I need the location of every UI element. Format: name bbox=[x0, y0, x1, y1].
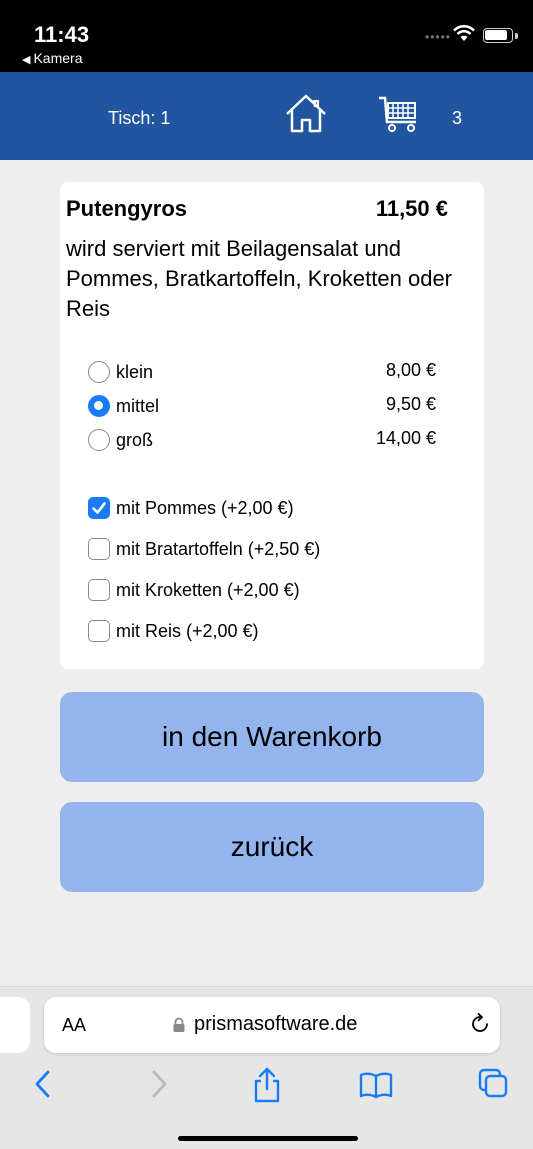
extra-checkbox[interactable] bbox=[88, 620, 110, 642]
extra-label: mit Reis (+2,00 €) bbox=[116, 620, 259, 641]
back-to-app-link[interactable]: ◀ Kamera bbox=[22, 50, 83, 66]
size-radio[interactable] bbox=[88, 429, 110, 451]
share-icon[interactable] bbox=[250, 1066, 284, 1104]
home-indicator bbox=[178, 1136, 358, 1141]
bookmarks-icon[interactable] bbox=[358, 1066, 394, 1102]
product-card: Putengyros 11,50 € wird serviert mit Bei… bbox=[60, 182, 484, 669]
url-text[interactable]: prismasoftware.de bbox=[194, 1013, 357, 1036]
size-label: groß bbox=[116, 429, 154, 450]
extra-label: mit Kroketten (+2,00 €) bbox=[116, 579, 300, 600]
wifi-icon bbox=[453, 25, 475, 41]
back-triangle-icon: ◀ bbox=[22, 54, 31, 66]
extra-checkbox[interactable] bbox=[88, 538, 110, 560]
back-arrow-icon[interactable] bbox=[32, 1066, 54, 1102]
extra-checkbox[interactable] bbox=[88, 497, 110, 519]
size-label: klein bbox=[116, 361, 154, 382]
back-button[interactable]: zurück bbox=[60, 802, 484, 892]
address-bar[interactable]: AA prismasoftware.de bbox=[44, 997, 500, 1053]
extra-label: mit Pommes (+2,00 €) bbox=[116, 497, 294, 518]
size-option-mittel[interactable]: mittel 9,50 € bbox=[88, 392, 464, 420]
size-price: 14,00 € bbox=[375, 428, 436, 448]
previous-tab-edge[interactable] bbox=[0, 997, 30, 1053]
add-to-cart-button[interactable]: in den Warenkorb bbox=[60, 692, 484, 782]
checkmark-icon bbox=[92, 502, 106, 514]
cart-count: 3 bbox=[452, 108, 463, 128]
product-price: 11,50 € bbox=[375, 196, 448, 221]
text-size-button[interactable]: AA bbox=[62, 1015, 86, 1036]
extra-option-kroketten[interactable]: mit Kroketten (+2,00 €) bbox=[88, 576, 464, 604]
lock-icon bbox=[173, 1017, 185, 1032]
size-label: mittel bbox=[116, 395, 160, 416]
home-icon[interactable] bbox=[284, 92, 328, 134]
extra-option-bratkartoffeln[interactable]: mit Bratartoffeln (+2,50 €) bbox=[88, 535, 464, 563]
status-bar: 11:43 ◀ Kamera ••••• bbox=[0, 0, 533, 72]
forward-arrow-icon[interactable] bbox=[148, 1066, 170, 1102]
cart-icon[interactable] bbox=[378, 94, 420, 136]
tabs-icon[interactable] bbox=[476, 1066, 510, 1102]
reload-icon[interactable] bbox=[468, 1012, 492, 1036]
size-radio[interactable] bbox=[88, 361, 110, 383]
size-option-gross[interactable]: groß 14,00 € bbox=[88, 426, 464, 454]
extra-option-pommes[interactable]: mit Pommes (+2,00 €) bbox=[88, 494, 464, 522]
back-app-label: Kamera bbox=[33, 50, 83, 66]
clock: 11:43 bbox=[34, 22, 90, 47]
extra-option-reis[interactable]: mit Reis (+2,00 €) bbox=[88, 617, 464, 645]
product-name: Putengyros bbox=[66, 196, 188, 221]
extra-label: mit Bratartoffeln (+2,50 €) bbox=[116, 538, 321, 559]
table-label: Tisch: 1 bbox=[108, 108, 171, 128]
size-option-klein[interactable]: klein 8,00 € bbox=[88, 358, 464, 386]
extra-checkbox[interactable] bbox=[88, 579, 110, 601]
product-description: wird serviert mit Beilagensalat und Pomm… bbox=[66, 236, 452, 321]
size-price: 9,50 € bbox=[385, 394, 436, 414]
size-price: 8,00 € bbox=[385, 360, 436, 380]
app-header: Tisch: 1 3 bbox=[0, 72, 533, 160]
battery-tip bbox=[515, 33, 518, 39]
battery-icon bbox=[483, 28, 513, 43]
signal-dots-icon: ••••• bbox=[425, 30, 452, 44]
size-radio[interactable] bbox=[88, 395, 110, 417]
